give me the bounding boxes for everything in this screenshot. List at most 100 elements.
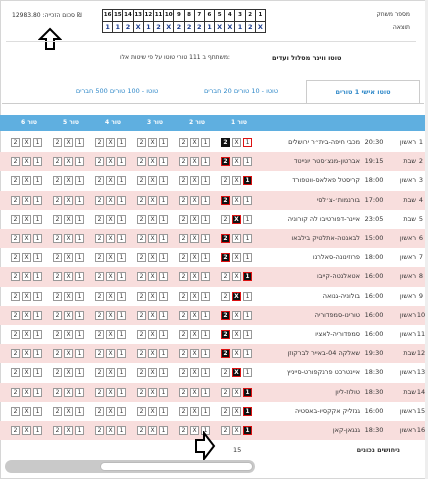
bet-option-1[interactable]: 1 (159, 253, 168, 263)
bet-option-2[interactable]: 2 (11, 272, 20, 282)
bet-option-2[interactable]: 2 (221, 406, 230, 416)
bet-option-1[interactable]: 1 (243, 272, 252, 282)
bet-option-x[interactable]: X (190, 330, 199, 339)
bet-option-2[interactable]: 2 (221, 330, 230, 339)
bet-option-1[interactable]: 1 (117, 330, 126, 339)
bet-option-2[interactable]: 2 (11, 195, 20, 205)
bet-option-1[interactable]: 1 (159, 310, 168, 320)
bet-option-2[interactable]: 2 (11, 234, 20, 243)
bet-option-2[interactable]: 2 (179, 138, 188, 147)
bet-option-1[interactable]: 1 (201, 387, 210, 397)
bet-option-2[interactable]: 2 (221, 272, 230, 282)
bet-option-1[interactable]: 1 (201, 253, 210, 263)
bet-option-x[interactable]: X (64, 406, 73, 416)
bet-option-2[interactable]: 2 (53, 291, 62, 301)
bet-option-2[interactable]: 2 (53, 349, 62, 359)
bet-option-2[interactable]: 2 (95, 310, 104, 320)
bet-option-2[interactable]: 2 (137, 176, 146, 186)
bet-option-x[interactable]: X (106, 214, 115, 224)
bet-option-2[interactable]: 2 (221, 426, 230, 435)
bet-option-2[interactable]: 2 (179, 253, 188, 263)
bet-option-x[interactable]: X (232, 406, 241, 416)
bet-option-x[interactable]: X (64, 157, 73, 167)
bet-option-x[interactable]: X (64, 368, 73, 378)
bet-option-1[interactable]: 1 (33, 349, 42, 359)
bet-option-x[interactable]: X (106, 291, 115, 301)
bet-option-2[interactable]: 2 (179, 349, 188, 359)
bet-option-2[interactable]: 2 (137, 195, 146, 205)
bet-option-x[interactable]: X (190, 176, 199, 186)
bet-option-2[interactable]: 2 (95, 138, 104, 147)
bet-option-1[interactable]: 1 (117, 426, 126, 435)
bet-option-2[interactable]: 2 (179, 330, 188, 339)
bet-option-1[interactable]: 1 (75, 368, 84, 378)
bet-option-2[interactable]: 2 (221, 234, 230, 243)
bet-option-2[interactable]: 2 (53, 176, 62, 186)
bet-option-1[interactable]: 1 (201, 368, 210, 378)
bet-option-x[interactable]: X (64, 272, 73, 282)
bet-option-2[interactable]: 2 (221, 310, 230, 320)
bet-option-1[interactable]: 1 (33, 310, 42, 320)
bet-option-1[interactable]: 1 (117, 406, 126, 416)
bet-option-2[interactable]: 2 (137, 138, 146, 147)
bet-option-x[interactable]: X (232, 426, 241, 435)
bet-option-1[interactable]: 1 (75, 272, 84, 282)
bet-option-1[interactable]: 1 (201, 195, 210, 205)
bet-option-2[interactable]: 2 (137, 349, 146, 359)
bet-option-2[interactable]: 2 (179, 310, 188, 320)
bet-option-2[interactable]: 2 (11, 330, 20, 339)
bet-option-2[interactable]: 2 (11, 157, 20, 167)
bet-option-2[interactable]: 2 (179, 234, 188, 243)
bet-option-2[interactable]: 2 (95, 253, 104, 263)
bet-option-1[interactable]: 1 (75, 387, 84, 397)
bet-option-x[interactable]: X (190, 310, 199, 320)
bet-option-1[interactable]: 1 (117, 272, 126, 282)
bet-option-2[interactable]: 2 (221, 176, 230, 186)
bet-option-2[interactable]: 2 (11, 214, 20, 224)
bet-option-1[interactable]: 1 (159, 387, 168, 397)
bet-option-1[interactable]: 1 (75, 214, 84, 224)
bet-option-x[interactable]: X (106, 349, 115, 359)
bet-option-2[interactable]: 2 (53, 234, 62, 243)
bet-option-1[interactable]: 1 (159, 138, 168, 147)
bet-option-x[interactable]: X (148, 157, 157, 167)
bet-option-x[interactable]: X (22, 291, 31, 301)
bet-option-1[interactable]: 1 (201, 406, 210, 416)
bet-option-1[interactable]: 1 (201, 330, 210, 339)
bet-option-1[interactable]: 1 (75, 310, 84, 320)
tab-10-columns[interactable]: טוטו - 10 טורים 20 חברים (182, 80, 300, 104)
bet-option-2[interactable]: 2 (53, 157, 62, 167)
bet-option-x[interactable]: X (64, 138, 73, 147)
bet-option-2[interactable]: 2 (11, 138, 20, 147)
bet-option-2[interactable]: 2 (11, 426, 20, 435)
bet-option-1[interactable]: 1 (75, 330, 84, 339)
bet-option-1[interactable]: 1 (201, 157, 210, 167)
bet-option-x[interactable]: X (22, 157, 31, 167)
bet-option-x[interactable]: X (148, 272, 157, 282)
bet-option-x[interactable]: X (106, 272, 115, 282)
bet-option-2[interactable]: 2 (179, 214, 188, 224)
bet-option-1[interactable]: 1 (117, 291, 126, 301)
bet-option-1[interactable]: 1 (33, 368, 42, 378)
bet-option-1[interactable]: 1 (201, 138, 210, 147)
bet-option-2[interactable]: 2 (137, 214, 146, 224)
bet-option-x[interactable]: X (190, 272, 199, 282)
bet-option-1[interactable]: 1 (201, 272, 210, 282)
bet-option-1[interactable]: 1 (201, 310, 210, 320)
bet-option-1[interactable]: 1 (117, 310, 126, 320)
bet-option-x[interactable]: X (22, 349, 31, 359)
bet-option-x[interactable]: X (148, 426, 157, 435)
bet-option-2[interactable]: 2 (11, 253, 20, 263)
bet-option-x[interactable]: X (22, 330, 31, 339)
bet-option-1[interactable]: 1 (33, 426, 42, 435)
bet-option-2[interactable]: 2 (179, 406, 188, 416)
bet-option-2[interactable]: 2 (221, 253, 230, 263)
bet-option-2[interactable]: 2 (179, 272, 188, 282)
bet-option-x[interactable]: X (190, 234, 199, 243)
scrollbar-thumb[interactable] (100, 462, 253, 471)
bet-option-2[interactable]: 2 (221, 368, 230, 378)
bet-option-x[interactable]: X (64, 349, 73, 359)
bet-option-2[interactable]: 2 (11, 310, 20, 320)
bet-option-x[interactable]: X (106, 253, 115, 263)
bet-option-x[interactable]: X (148, 138, 157, 147)
